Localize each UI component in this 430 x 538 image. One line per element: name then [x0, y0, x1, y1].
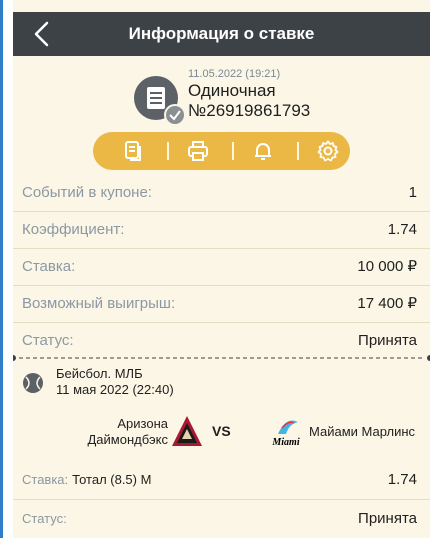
bet-status-value: Принята	[358, 510, 417, 527]
bet-row-stake: Ставка: Тотал (8.5) М 1.74	[13, 461, 430, 500]
svg-text:Miami: Miami	[271, 437, 299, 448]
bell-icon	[255, 143, 271, 160]
settings-button[interactable]	[316, 139, 340, 163]
team-home-name: Аризона Даймондбэкс	[13, 416, 169, 448]
diamondbacks-logo-icon	[171, 414, 203, 448]
document-button[interactable]	[121, 139, 145, 163]
event-league: Бейсбол. МЛБ	[56, 366, 143, 381]
summary-label: Коэффициент:	[22, 221, 125, 238]
event-card: Бейсбол. МЛБ 11 мая 2022 (22:40) Аризона…	[13, 362, 430, 461]
action-separator	[232, 142, 234, 160]
top-bar: Информация о ставке	[13, 12, 430, 56]
team-away-name: Майами Марлинс	[309, 424, 416, 439]
vs-label: VS	[212, 423, 231, 439]
team-home-name-line1: Аризона	[117, 416, 168, 431]
check-icon	[164, 104, 186, 126]
baseball-icon	[22, 372, 44, 394]
gear-icon	[317, 140, 339, 162]
bet-coefficient: 1.74	[387, 471, 417, 488]
ticket-type: Одиночная	[188, 81, 276, 100]
bet-row-status: Статус: Принята	[13, 500, 430, 538]
bet-market: Тотал (8.5) М	[72, 472, 152, 487]
summary-label: Возможный выигрыш:	[22, 295, 176, 312]
bet-details: Ставка: Тотал (8.5) М 1.74 Статус: Принят…	[13, 461, 430, 538]
summary-value: 1	[408, 184, 417, 201]
summary-value: 10 000 ₽	[357, 258, 417, 275]
bet-stake-label: Ставка: Тотал (8.5) М	[22, 472, 152, 487]
summary-value: 1.74	[387, 221, 417, 238]
ticket-tear-divider	[13, 355, 430, 361]
print-button[interactable]	[186, 139, 210, 163]
team-home-name-line2: Даймондбэкс	[87, 432, 169, 447]
action-separator	[167, 142, 169, 160]
left-edge-stripe	[0, 0, 3, 538]
event-date: 11 мая 2022 (22:40)	[56, 382, 174, 397]
summary-row-events: Событий в купоне: 1	[13, 175, 430, 212]
bet-info-screen: Информация о ставке 11.05.2022 (19:21) О…	[13, 0, 430, 538]
ticket-datetime: 11.05.2022 (19:21)	[188, 68, 281, 80]
marlins-logo-icon: Miami	[269, 414, 303, 448]
ticket-number: №26919861793	[188, 101, 311, 120]
summary-row-coefficient: Коэффициент: 1.74	[13, 212, 430, 249]
summary-row-possible-win: Возможный выигрыш: 17 400 ₽	[13, 286, 430, 323]
bet-status-label: Статус:	[22, 511, 67, 526]
document-icon	[125, 141, 141, 161]
summary-label: Ставка:	[22, 258, 76, 275]
printer-icon	[188, 141, 208, 161]
summary-row-stake: Ставка: 10 000 ₽	[13, 249, 430, 286]
summary-value: 17 400 ₽	[357, 295, 417, 312]
bet-summary: Событий в купоне: 1 Коэффициент: 1.74 Ст…	[13, 175, 430, 359]
action-separator	[297, 142, 299, 160]
summary-label: Событий в купоне:	[22, 184, 152, 201]
page-title: Информация о ставке	[128, 24, 315, 43]
notifications-button[interactable]	[251, 139, 275, 163]
action-bar	[93, 132, 350, 170]
